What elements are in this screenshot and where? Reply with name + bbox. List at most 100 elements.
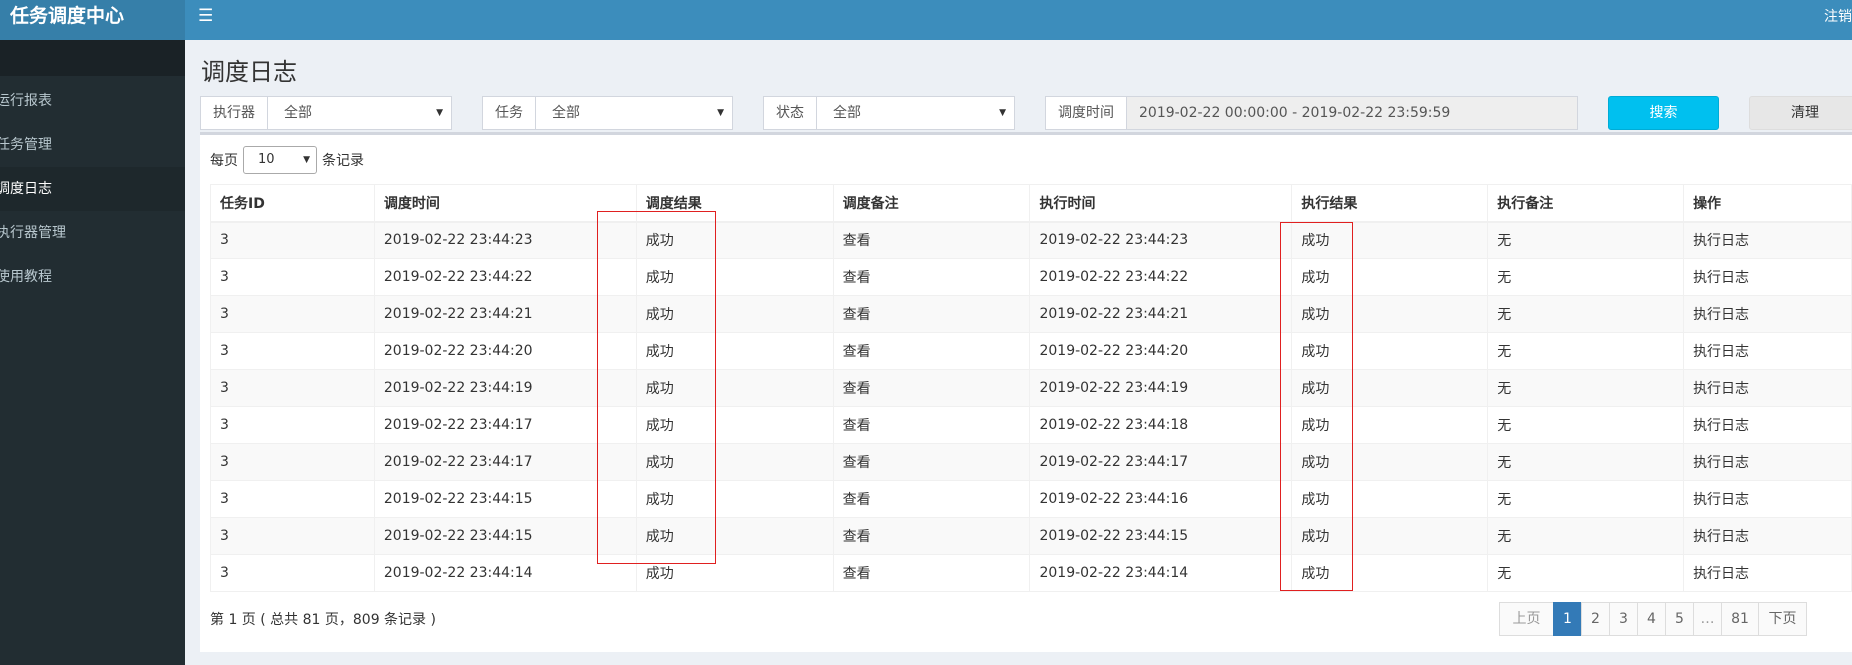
handle-msg: 无 xyxy=(1487,332,1685,370)
col-job-id-header[interactable]: 任务ID xyxy=(210,184,375,223)
trigger-result: 成功 xyxy=(635,443,834,481)
page-button-2[interactable]: 2 xyxy=(1581,602,1610,636)
trigger-msg-link[interactable]: 查看 xyxy=(832,221,1031,259)
page-button-5[interactable]: 5 xyxy=(1665,602,1694,636)
executor-select[interactable]: 全部 ▼ xyxy=(268,97,451,129)
col-trigger-result-header[interactable]: 调度结果 xyxy=(635,184,834,223)
page-button-1[interactable]: 1 xyxy=(1553,602,1582,636)
status-select[interactable]: 全部 ▼ xyxy=(817,97,1014,129)
handle-msg: 无 xyxy=(1487,443,1685,481)
caret-down-icon: ▼ xyxy=(999,108,1006,118)
page-length-control: 每页 10 ▼ 条记录 xyxy=(210,146,364,174)
col-trigger-time-header[interactable]: 调度时间 xyxy=(373,184,637,223)
page-button-3[interactable]: 3 xyxy=(1609,602,1638,636)
exec-log-link[interactable]: 执行日志 xyxy=(1683,258,1852,296)
exec-log-link[interactable]: 执行日志 xyxy=(1683,369,1852,407)
page-length-suffix: 条记录 xyxy=(322,153,364,169)
logout-link[interactable]: 注销 xyxy=(1824,6,1852,26)
trigger-time: 2019-02-22 23:44:22 xyxy=(373,258,637,296)
exec-log-link[interactable]: 执行日志 xyxy=(1683,295,1852,333)
sidebar-item-jobs[interactable]: 任务管理 xyxy=(0,123,185,167)
top-navbar: 任务调度中心 ☰ 注销 xyxy=(0,0,1852,40)
trigger-result: 成功 xyxy=(635,480,834,518)
table-row: 3 2019-02-22 23:44:17 成功 查看 2019-02-22 23:44… xyxy=(210,406,1852,444)
trigger-time: 2019-02-22 23:44:17 xyxy=(373,443,637,481)
exec-log-link[interactable]: 执行日志 xyxy=(1683,480,1852,518)
exec-log-link[interactable]: 执行日志 xyxy=(1683,517,1852,555)
job-id-link[interactable]: 3 xyxy=(210,295,375,333)
trigger-result: 成功 xyxy=(635,332,834,370)
sidebar-item-executors[interactable]: 执行器管理 xyxy=(0,211,185,255)
caret-down-icon: ▼ xyxy=(303,155,310,165)
job-id-link[interactable]: 3 xyxy=(210,406,375,444)
sidebar-item-report[interactable]: 运行报表 xyxy=(0,79,185,123)
prev-page-button[interactable]: 上页 xyxy=(1499,602,1554,636)
col-action-header[interactable]: 操作 xyxy=(1683,184,1852,223)
status-filter: 状态 全部 ▼ xyxy=(763,96,1015,130)
trigger-msg-link[interactable]: 查看 xyxy=(832,517,1031,555)
handle-result: 成功 xyxy=(1291,480,1489,518)
trigger-msg-link[interactable]: 查看 xyxy=(832,332,1031,370)
trigger-msg-link[interactable]: 查看 xyxy=(832,295,1031,333)
table-row: 3 2019-02-22 23:44:17 成功 查看 2019-02-22 23:44… xyxy=(210,443,1852,481)
job-id-link[interactable]: 3 xyxy=(210,258,375,296)
status-select-value: 全部 xyxy=(833,105,861,121)
hamburger-icon[interactable]: ☰ xyxy=(198,6,213,26)
page-title: 调度日志 xyxy=(201,58,297,86)
handle-time: 2019-02-22 23:44:17 xyxy=(1029,443,1293,481)
trigger-result: 成功 xyxy=(635,221,834,259)
exec-log-link[interactable]: 执行日志 xyxy=(1683,221,1852,259)
trigger-msg-link[interactable]: 查看 xyxy=(832,369,1031,407)
time-filter: 调度时间 2019-02-22 00:00:00 - 2019-02-22 23… xyxy=(1045,96,1578,130)
trigger-time: 2019-02-22 23:44:23 xyxy=(373,221,637,259)
trigger-msg-link[interactable]: 查看 xyxy=(832,406,1031,444)
job-id-link[interactable]: 3 xyxy=(210,369,375,407)
next-page-button[interactable]: 下页 xyxy=(1758,602,1807,636)
exec-log-link[interactable]: 执行日志 xyxy=(1683,406,1852,444)
handle-msg: 无 xyxy=(1487,406,1685,444)
col-handle-result-header[interactable]: 执行结果 xyxy=(1291,184,1489,223)
search-button[interactable]: 搜索 xyxy=(1608,96,1719,130)
exec-log-link[interactable]: 执行日志 xyxy=(1683,332,1852,370)
sidebar-item-joblog[interactable]: 调度日志 xyxy=(0,167,185,211)
col-handle-msg-header[interactable]: 执行备注 xyxy=(1487,184,1685,223)
trigger-msg-link[interactable]: 查看 xyxy=(832,554,1031,592)
trigger-msg-link[interactable]: 查看 xyxy=(832,258,1031,296)
trigger-msg-link[interactable]: 查看 xyxy=(832,480,1031,518)
handle-msg: 无 xyxy=(1487,369,1685,407)
job-filter: 任务 全部 ▼ xyxy=(482,96,733,130)
handle-time: 2019-02-22 23:44:19 xyxy=(1029,369,1293,407)
job-select[interactable]: 全部 ▼ xyxy=(536,97,732,129)
page-length-prefix: 每页 xyxy=(210,153,238,169)
handle-result: 成功 xyxy=(1291,517,1489,555)
handle-time: 2019-02-22 23:44:21 xyxy=(1029,295,1293,333)
job-id-link[interactable]: 3 xyxy=(210,480,375,518)
trigger-time: 2019-02-22 23:44:20 xyxy=(373,332,637,370)
page-length-select[interactable]: 10 ▼ xyxy=(243,146,317,174)
job-id-link[interactable]: 3 xyxy=(210,443,375,481)
clear-button[interactable]: 清理 xyxy=(1749,96,1852,130)
page-button-4[interactable]: 4 xyxy=(1637,602,1666,636)
table-row: 3 2019-02-22 23:44:19 成功 查看 2019-02-22 23:44… xyxy=(210,369,1852,407)
app-logo[interactable]: 任务调度中心 xyxy=(0,0,185,40)
handle-result: 成功 xyxy=(1291,406,1489,444)
job-id-link[interactable]: 3 xyxy=(210,517,375,555)
page-button-81[interactable]: 81 xyxy=(1721,602,1759,636)
handle-time: 2019-02-22 23:44:14 xyxy=(1029,554,1293,592)
trigger-msg-link[interactable]: 查看 xyxy=(832,443,1031,481)
exec-log-link[interactable]: 执行日志 xyxy=(1683,554,1852,592)
exec-log-link[interactable]: 执行日志 xyxy=(1683,443,1852,481)
sidebar-item-help[interactable]: 使用教程 xyxy=(0,255,185,299)
job-id-link[interactable]: 3 xyxy=(210,332,375,370)
handle-result: 成功 xyxy=(1291,332,1489,370)
job-id-link[interactable]: 3 xyxy=(210,221,375,259)
trigger-result: 成功 xyxy=(635,369,834,407)
time-range-input[interactable]: 2019-02-22 00:00:00 - 2019-02-22 23:59:5… xyxy=(1127,97,1577,129)
pagination: 上页 1 2 3 4 5… 81 下页 xyxy=(1499,602,1807,636)
col-trigger-msg-header[interactable]: 调度备注 xyxy=(832,184,1031,223)
col-handle-time-header[interactable]: 执行时间 xyxy=(1029,184,1293,223)
job-id-link[interactable]: 3 xyxy=(210,554,375,592)
table-row: 3 2019-02-22 23:44:22 成功 查看 2019-02-22 23:44… xyxy=(210,258,1852,296)
handle-result: 成功 xyxy=(1291,369,1489,407)
handle-result: 成功 xyxy=(1291,554,1489,592)
